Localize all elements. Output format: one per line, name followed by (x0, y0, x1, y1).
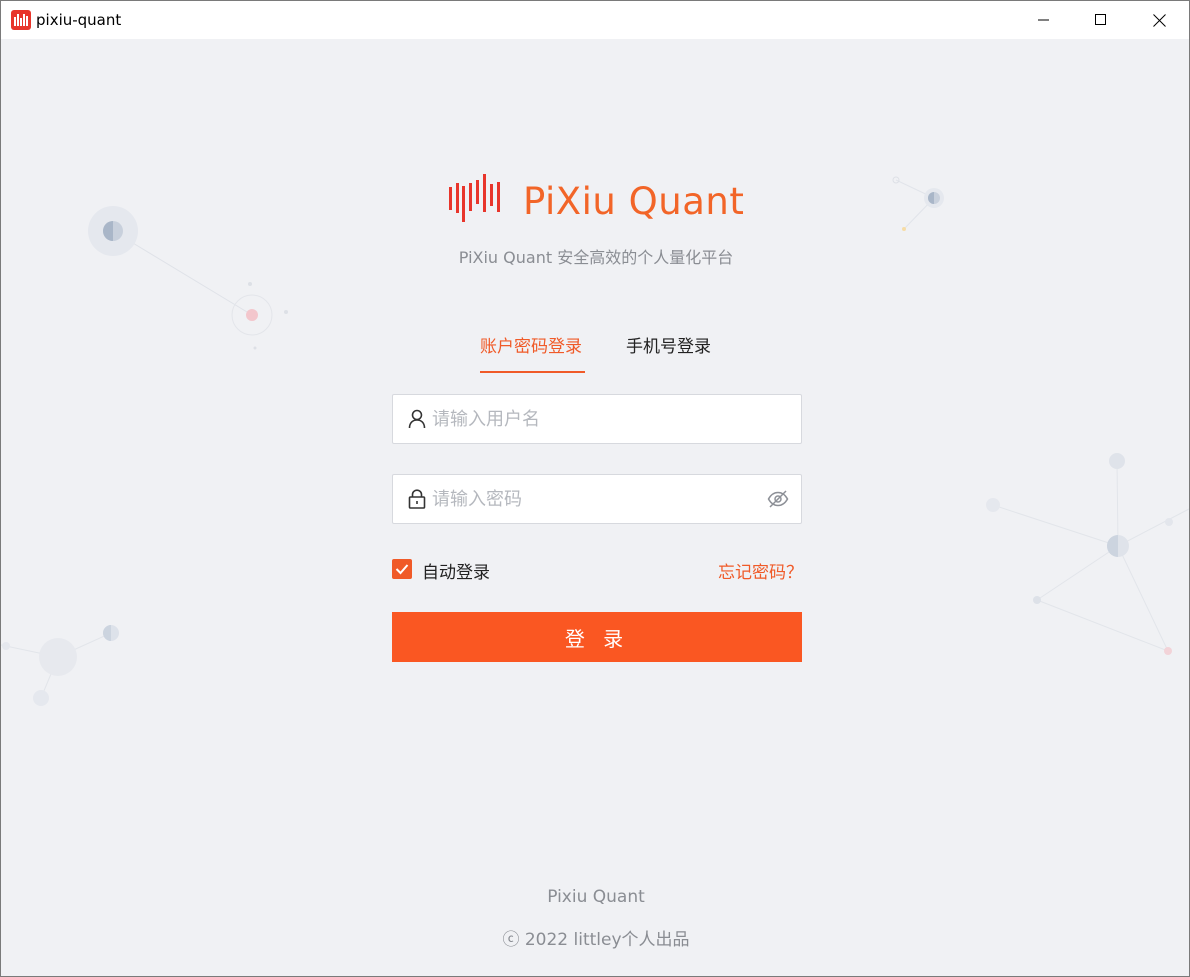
maximize-icon (1095, 14, 1106, 25)
app-icon (11, 10, 31, 30)
logo-icon (449, 174, 500, 222)
password-input[interactable] (432, 475, 752, 523)
eye-off-icon[interactable] (767, 489, 789, 509)
footer-product-name: Pixiu Quant (547, 887, 645, 907)
close-icon (1152, 13, 1166, 27)
check-icon (395, 564, 409, 575)
brand-name: PiXiu Quant (523, 180, 745, 223)
minimize-button[interactable] (1015, 1, 1073, 39)
minimize-icon (1038, 19, 1049, 21)
username-input[interactable] (432, 395, 752, 443)
window-title: pixiu-quant (36, 11, 122, 29)
forgot-password-link[interactable]: 忘记密码？ (718, 558, 803, 583)
maximize-button[interactable] (1072, 1, 1130, 39)
tab-phone-login[interactable]: 手机号登录 (626, 336, 711, 358)
title-bar[interactable]: pixiu-quant (1, 1, 1189, 39)
password-field (392, 474, 802, 524)
brand-subtitle: PiXiu Quant 安全高效的个人量化平台 (458, 248, 734, 267)
auto-login-label[interactable]: 自动登录 (422, 558, 490, 583)
username-field (392, 394, 802, 444)
footer-copyright: ⓒ 2022 littley个人出品 (502, 930, 690, 950)
close-button[interactable] (1130, 1, 1188, 39)
login-page: PiXiu Quant PiXiu Quant 安全高效的个人量化平台 账户密码… (1, 39, 1189, 976)
login-button[interactable]: 登 录 (392, 612, 802, 662)
user-icon (408, 409, 426, 429)
app-window: pixiu-quant PiXiu Quant PiXiu Quant 安全高效… (0, 0, 1190, 977)
tab-account-login[interactable]: 账户密码登录 (480, 336, 582, 358)
lock-icon (408, 489, 426, 509)
active-tab-indicator (480, 371, 585, 373)
auto-login-checkbox[interactable] (392, 559, 412, 579)
